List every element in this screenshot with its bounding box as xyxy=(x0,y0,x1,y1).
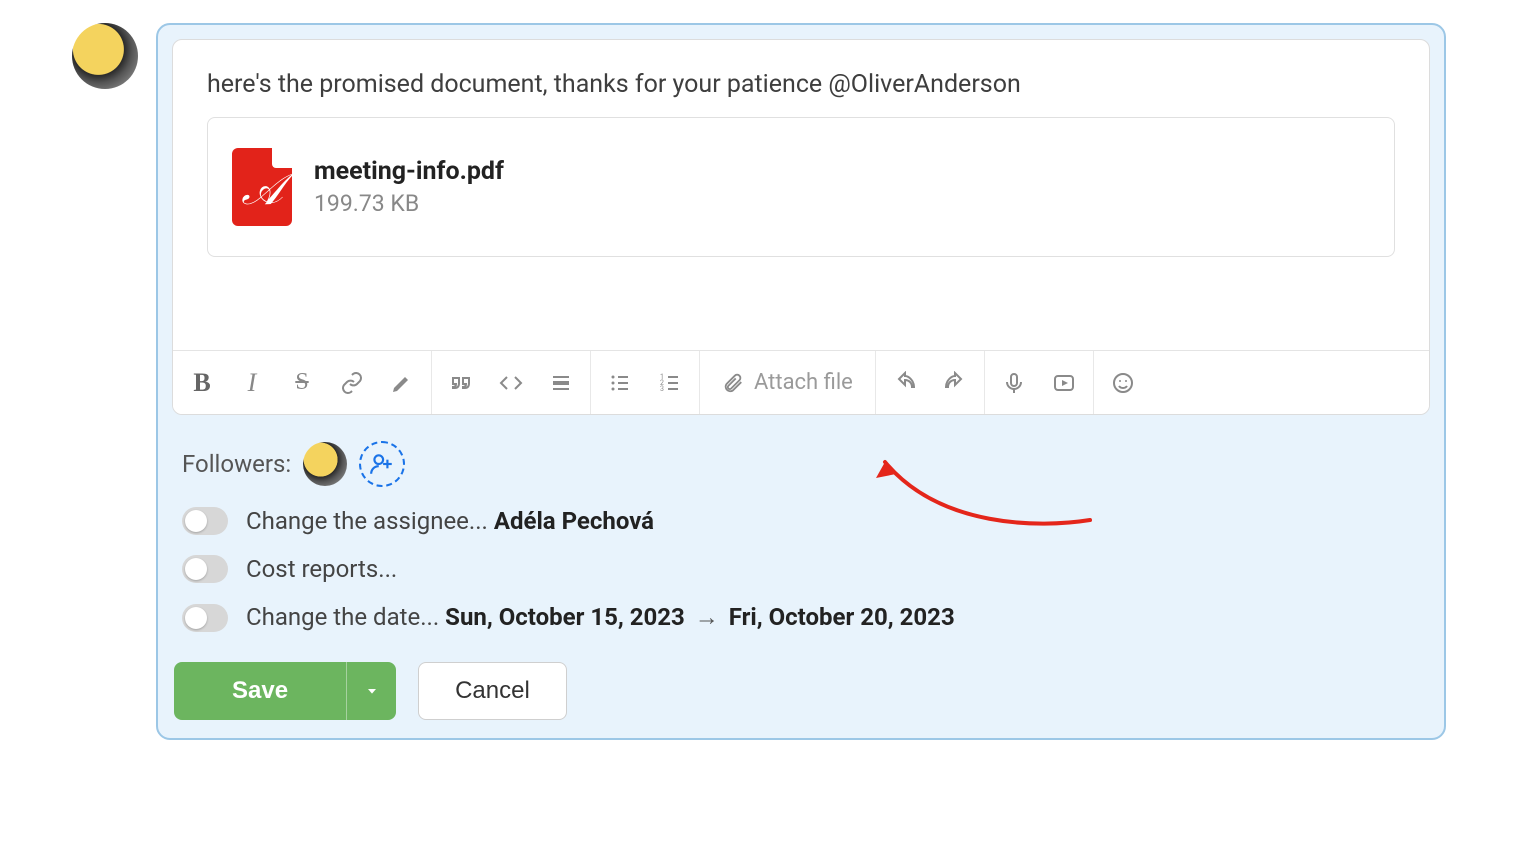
strikethrough-button[interactable]: S xyxy=(277,351,327,414)
toggle-assignee-prefix: Change the assignee... xyxy=(246,507,494,535)
link-button[interactable] xyxy=(327,351,377,414)
svg-text:3: 3 xyxy=(660,385,664,393)
follower-avatar[interactable] xyxy=(303,442,347,486)
pdf-icon: 𝒜 xyxy=(232,148,292,226)
toggle-date-prefix: Change the date... xyxy=(246,603,445,631)
arrow-icon: → xyxy=(685,603,729,631)
editor-toolbar: B I S xyxy=(173,350,1429,414)
save-dropdown-button[interactable] xyxy=(346,662,396,720)
undo-button[interactable] xyxy=(880,351,930,414)
toggle-assignee[interactable] xyxy=(182,507,228,535)
toggle-cost-label: Cost reports... xyxy=(246,555,397,583)
redo-button[interactable] xyxy=(930,351,980,414)
highlight-button[interactable] xyxy=(377,351,427,414)
code-button[interactable] xyxy=(486,351,536,414)
cancel-button[interactable]: Cancel xyxy=(418,662,567,720)
message-text[interactable]: here's the promised document, thanks for… xyxy=(207,70,1395,99)
message-editor[interactable]: here's the promised document, thanks for… xyxy=(173,40,1429,350)
toggle-assignee-row: Change the assignee... Adéla Pechová xyxy=(172,497,1430,545)
attach-file-button[interactable]: Attach file xyxy=(700,351,876,414)
save-button[interactable]: Save xyxy=(174,662,346,720)
add-follower-button[interactable] xyxy=(359,441,405,487)
toggle-cost-row: Cost reports... xyxy=(172,545,1430,593)
attachment-card[interactable]: 𝒜 meeting-info.pdf 199.73 KB xyxy=(207,117,1395,257)
numbered-list-button[interactable]: 123 xyxy=(645,351,695,414)
toggle-date[interactable] xyxy=(182,604,228,632)
italic-button[interactable]: I xyxy=(227,351,277,414)
attach-file-label: Attach file xyxy=(754,370,853,395)
editor-card: here's the promised document, thanks for… xyxy=(172,39,1430,415)
button-row: Save Cancel xyxy=(172,642,1430,724)
bullet-list-button[interactable] xyxy=(595,351,645,414)
followers-label: Followers: xyxy=(182,450,291,478)
attachment-size: 199.73 KB xyxy=(314,190,504,217)
emoji-button[interactable] xyxy=(1098,351,1148,414)
comment-panel: here's the promised document, thanks for… xyxy=(156,23,1446,740)
avatar xyxy=(72,23,138,89)
attachment-filename: meeting-info.pdf xyxy=(314,157,504,186)
toggle-date-row: Change the date... Sun, October 15, 2023… xyxy=(172,593,1430,642)
toggle-assignee-value: Adéla Pechová xyxy=(494,507,654,535)
bold-button[interactable]: B xyxy=(177,351,227,414)
screen-record-button[interactable] xyxy=(1039,351,1089,414)
quote-button[interactable] xyxy=(436,351,486,414)
toggle-date-from: Sun, October 15, 2023 xyxy=(445,603,685,631)
toggle-cost[interactable] xyxy=(182,555,228,583)
toggle-date-to: Fri, October 20, 2023 xyxy=(729,603,955,631)
indent-button[interactable] xyxy=(536,351,586,414)
followers-row: Followers: xyxy=(172,415,1430,497)
mic-button[interactable] xyxy=(989,351,1039,414)
